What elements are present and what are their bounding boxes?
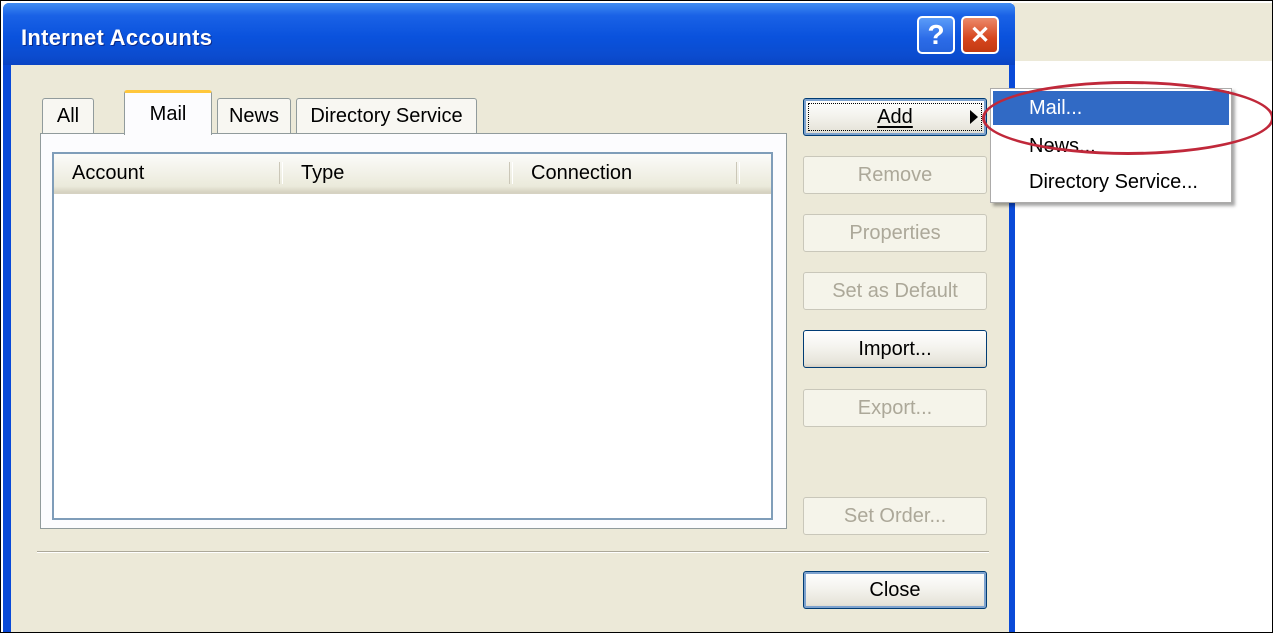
submenu-arrow-icon — [970, 110, 978, 124]
menu-item-mail[interactable]: Mail... — [993, 91, 1229, 125]
add-button-label: Add — [877, 105, 913, 128]
accounts-list-header: Account Type Connection — [54, 154, 771, 194]
set-as-default-button[interactable]: Set as Default — [803, 272, 987, 310]
tab-news-label: News — [228, 105, 279, 127]
menu-item-mail-label: Mail... — [1029, 96, 1083, 119]
remove-button-label: Remove — [857, 163, 933, 186]
column-divider[interactable] — [736, 162, 740, 184]
window-title: Internet Accounts — [21, 25, 213, 50]
remove-button[interactable]: Remove — [803, 156, 987, 194]
export-button[interactable]: Export... — [803, 389, 987, 427]
properties-button-label: Properties — [849, 221, 941, 244]
set-order-button[interactable]: Set Order... — [803, 497, 987, 535]
title-bar[interactable]: Internet Accounts ? ✕ — [3, 3, 1015, 65]
tab-mail-label: Mail — [149, 102, 187, 125]
tab-news[interactable]: News — [217, 98, 291, 134]
column-divider[interactable] — [509, 162, 513, 184]
column-divider[interactable] — [279, 162, 283, 184]
import-button-label: Import... — [858, 337, 932, 360]
add-button[interactable]: Add — [803, 98, 987, 136]
column-header-connection[interactable]: Connection — [531, 154, 632, 192]
menu-item-news-label: News... — [1029, 134, 1096, 157]
help-button[interactable]: ? — [917, 16, 955, 54]
screenshot-frame: Internet Accounts ? ✕ All Mail News Dire… — [0, 0, 1273, 633]
column-connection-label: Connection — [531, 161, 633, 184]
help-icon: ? — [927, 19, 945, 50]
column-type-label: Type — [301, 161, 345, 184]
tab-directory-service[interactable]: Directory Service — [296, 98, 477, 134]
close-icon: ✕ — [969, 21, 991, 49]
close-button[interactable]: Close — [803, 571, 987, 609]
column-header-account[interactable]: Account — [72, 154, 144, 192]
bottom-separator — [37, 551, 989, 553]
column-header-type[interactable]: Type — [301, 154, 344, 192]
tab-mail[interactable]: Mail — [124, 90, 212, 135]
mail-tab-panel: Account Type Connection — [40, 133, 787, 529]
set-order-button-label: Set Order... — [843, 504, 947, 527]
export-button-label: Export... — [857, 396, 933, 419]
properties-button[interactable]: Properties — [803, 214, 987, 252]
column-account-label: Account — [72, 161, 145, 184]
tab-all-label: All — [56, 105, 80, 127]
close-window-button[interactable]: ✕ — [961, 16, 999, 54]
menu-item-directory-service[interactable]: Directory Service... — [993, 165, 1229, 199]
menu-item-news[interactable]: News... — [993, 131, 1229, 161]
add-submenu: Mail... News... Directory Service... — [990, 88, 1232, 203]
import-button[interactable]: Import... — [803, 330, 987, 368]
menu-item-directory-service-label: Directory Service... — [1029, 170, 1198, 193]
close-button-label: Close — [869, 578, 921, 601]
dialog-client-area: All Mail News Directory Service Account — [11, 65, 1009, 632]
background-app-toolbar — [1013, 3, 1272, 62]
tab-directory-service-label: Directory Service — [310, 105, 463, 127]
accounts-list-body[interactable] — [54, 194, 771, 518]
internet-accounts-window: Internet Accounts ? ✕ All Mail News Dire… — [3, 3, 1015, 632]
tab-all[interactable]: All — [42, 98, 94, 134]
accounts-list[interactable]: Account Type Connection — [52, 152, 773, 520]
set-as-default-button-label: Set as Default — [832, 279, 958, 302]
